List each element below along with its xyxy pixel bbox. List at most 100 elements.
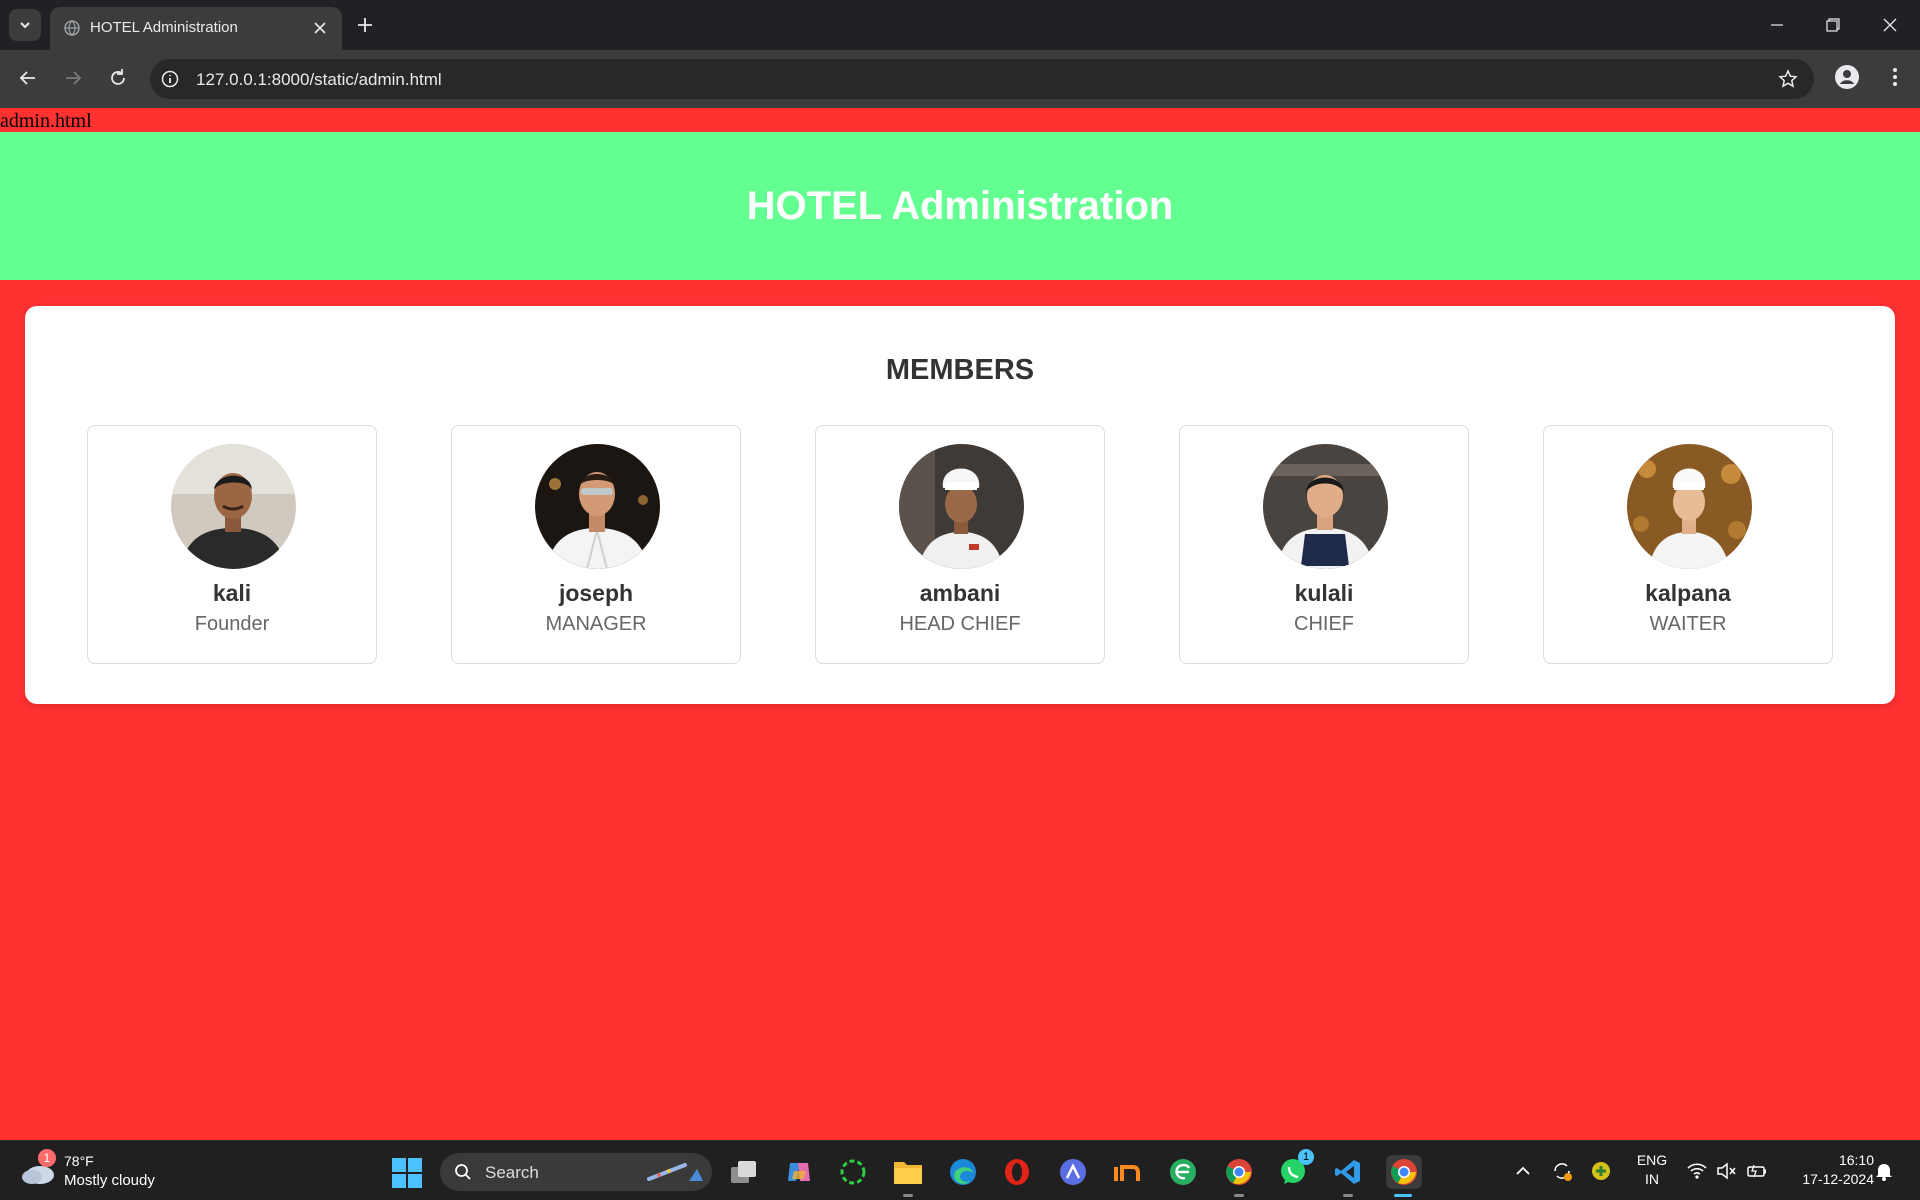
- profile-icon[interactable]: [1834, 64, 1860, 90]
- member-photo: [1263, 444, 1388, 569]
- green-e-icon: [1170, 1159, 1196, 1185]
- weather-widget[interactable]: 1 78°F Mostly cloudy: [20, 1149, 160, 1193]
- green-app-button[interactable]: [1166, 1155, 1200, 1189]
- member-photo: [171, 444, 296, 569]
- member-card-kali: kali Founder: [87, 425, 377, 664]
- windows-start-icon[interactable]: [391, 1157, 423, 1189]
- member-photo: [1627, 444, 1752, 569]
- temperature-text: 78°F: [64, 1153, 94, 1169]
- chrome-icon: [1391, 1159, 1417, 1185]
- members-panel: MEMBERS kali Founder joseph MANAGER amba…: [25, 306, 1895, 704]
- clock-date: 17-12-2024: [1802, 1171, 1874, 1187]
- browser-menu-icon[interactable]: [1882, 64, 1908, 90]
- member-role: MANAGER: [545, 613, 647, 635]
- taskbar-search[interactable]: Search: [440, 1153, 712, 1191]
- bookmark-star-icon[interactable]: [1778, 69, 1798, 89]
- chevron-down-icon: [20, 22, 30, 29]
- url-text[interactable]: 127.0.0.1:8000/static/admin.html: [196, 70, 442, 90]
- notification-bell-icon[interactable]: [1872, 1159, 1896, 1183]
- copilot-app-button[interactable]: [782, 1155, 816, 1189]
- sync-icon[interactable]: [1550, 1159, 1574, 1183]
- invision-app-button[interactable]: [1111, 1155, 1145, 1189]
- active-indicator: [1394, 1194, 1412, 1197]
- arc-app-button[interactable]: [1056, 1155, 1090, 1189]
- restore-window-icon[interactable]: [1820, 12, 1846, 38]
- windows-taskbar: 1 78°F Mostly cloudy Search 1 ENG IN 16:…: [0, 1140, 1920, 1200]
- edge-browser-button[interactable]: [946, 1155, 980, 1189]
- member-role: CHIEF: [1294, 613, 1354, 635]
- search-highlight-icon: [647, 1163, 703, 1181]
- tab-title: HOTEL Administration: [90, 19, 238, 36]
- page-header: HOTEL Administration: [0, 132, 1920, 280]
- member-name: ambani: [919, 580, 1001, 606]
- search-icon: [455, 1164, 471, 1180]
- opera-browser-button[interactable]: [1000, 1155, 1034, 1189]
- tab-search-button[interactable]: [9, 9, 41, 41]
- weather-condition-text: Mostly cloudy: [64, 1172, 155, 1189]
- opera-icon: [1005, 1159, 1029, 1185]
- globe-icon: [64, 20, 80, 36]
- close-tab-icon[interactable]: [312, 20, 328, 36]
- chrome-app-button[interactable]: [1222, 1155, 1256, 1197]
- speaker-muted-icon[interactable]: [1714, 1159, 1738, 1183]
- member-name: kulali: [1294, 580, 1354, 606]
- member-card-kulali: kulali CHIEF: [1179, 425, 1469, 664]
- forward-arrow-icon[interactable]: [60, 65, 86, 91]
- member-cards: kali Founder joseph MANAGER ambani HEAD …: [87, 425, 1833, 664]
- site-info-icon[interactable]: [161, 70, 179, 88]
- member-card-ambani: ambani HEAD CHIEF: [815, 425, 1105, 664]
- running-indicator: [1234, 1194, 1244, 1197]
- circular-progress-icon: [840, 1159, 866, 1185]
- language-code: ENG: [1636, 1152, 1668, 1168]
- search-label: Search: [485, 1163, 539, 1182]
- member-photo: [899, 444, 1024, 569]
- copilot-icon: [788, 1163, 810, 1181]
- whatsapp-app-button[interactable]: 1: [1276, 1149, 1314, 1189]
- task-view-button[interactable]: [727, 1155, 761, 1189]
- vscode-app-button[interactable]: [1331, 1155, 1365, 1197]
- page-body: admin.html HOTEL Administration MEMBERS: [0, 108, 1920, 1140]
- member-photo: [535, 444, 660, 569]
- in-logo-icon: [1114, 1165, 1140, 1181]
- back-arrow-icon[interactable]: [15, 65, 41, 91]
- notification-badge: 1: [38, 1149, 56, 1167]
- browser-tab-strip: HOTEL Administration: [0, 0, 1920, 50]
- close-window-icon[interactable]: [1877, 12, 1903, 38]
- member-card-joseph: joseph MANAGER: [451, 425, 741, 664]
- member-role: WAITER: [1649, 613, 1727, 635]
- wifi-icon[interactable]: [1685, 1159, 1709, 1183]
- chrome-active-button[interactable]: [1386, 1155, 1422, 1197]
- member-role: HEAD CHIEF: [899, 613, 1021, 635]
- folder-icon: [894, 1162, 922, 1184]
- minimize-window-icon[interactable]: [1764, 12, 1790, 38]
- member-name: kalpana: [1645, 580, 1731, 606]
- browser-tab-active[interactable]: HOTEL Administration: [50, 7, 342, 50]
- page-title: HOTEL Administration: [746, 183, 1174, 228]
- triangle-app-icon: [1060, 1159, 1086, 1185]
- chrome-icon: [1226, 1159, 1252, 1185]
- clock-time: 16:10: [1838, 1152, 1874, 1168]
- task-view-icon: [731, 1161, 756, 1183]
- loading-app-button[interactable]: [836, 1155, 870, 1189]
- running-indicator: [903, 1194, 913, 1197]
- reload-icon[interactable]: [105, 65, 131, 91]
- file-explorer-button[interactable]: [891, 1155, 925, 1197]
- address-bar[interactable]: 127.0.0.1:8000/static/admin.html: [150, 59, 1814, 99]
- edge-icon: [950, 1159, 976, 1185]
- vscode-icon: [1335, 1160, 1360, 1184]
- system-clock[interactable]: 16:10 17-12-2024: [1780, 1151, 1874, 1189]
- member-card-kalpana: kalpana WAITER: [1543, 425, 1833, 664]
- region-code: IN: [1645, 1171, 1659, 1187]
- running-indicator: [1343, 1194, 1353, 1197]
- language-indicator[interactable]: ENG IN: [1632, 1151, 1672, 1189]
- member-role: Founder: [194, 613, 270, 635]
- member-name: joseph: [558, 580, 634, 606]
- member-name: kali: [212, 580, 252, 606]
- new-tab-icon[interactable]: [352, 12, 378, 38]
- browser-toolbar: 127.0.0.1:8000/static/admin.html: [0, 50, 1920, 108]
- file-name-text: admin.html: [0, 110, 92, 132]
- tray-app-icon[interactable]: [1589, 1159, 1613, 1183]
- chevron-up-icon[interactable]: [1511, 1159, 1535, 1183]
- members-heading: MEMBERS: [885, 354, 1035, 386]
- battery-icon[interactable]: [1745, 1159, 1769, 1183]
